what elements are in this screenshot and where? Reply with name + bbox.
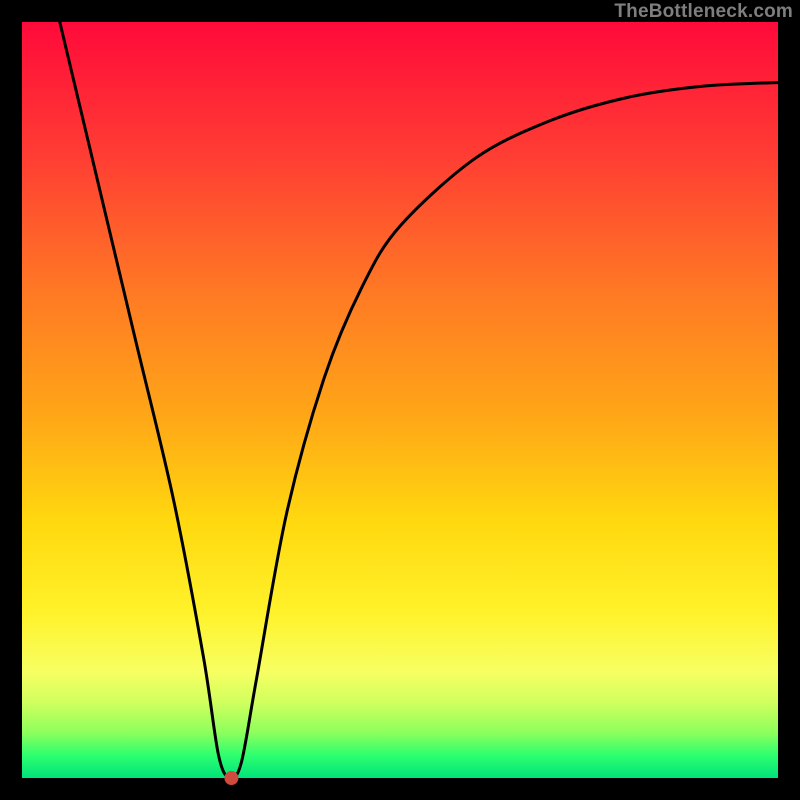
plot-area: [22, 22, 778, 778]
marker-dot: [224, 771, 238, 785]
plot-svg: [22, 22, 778, 778]
chart-stage: TheBottleneck.com: [0, 0, 800, 800]
watermark-text: TheBottleneck.com: [614, 1, 793, 23]
curve-line: [60, 22, 778, 778]
